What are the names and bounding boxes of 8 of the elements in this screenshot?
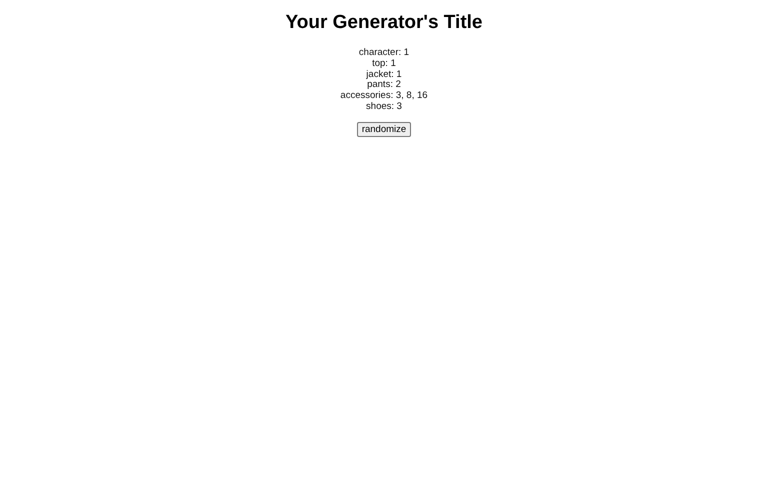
result-line: pants: 2 [367,80,401,91]
result-line: top: 1 [372,58,396,70]
page-title: Your Generator's Title [284,12,484,34]
result-line: character: 1 [358,48,410,59]
result-line: jacket: 1 [366,70,402,80]
result-line: shoes: 3 [366,102,402,113]
randomize-button[interactable]: randomize [356,122,412,137]
result-line: accessories: 3, 8, 16 [340,91,428,102]
